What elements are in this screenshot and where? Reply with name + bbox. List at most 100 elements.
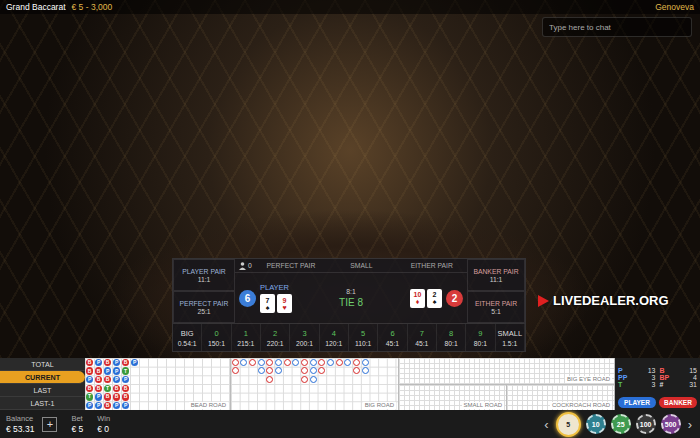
payout-strip: BIG0.54:10150:11215:12220:13200:14120:15… xyxy=(173,323,525,351)
payout-odds: 215:1 xyxy=(237,340,254,347)
big-road-mark xyxy=(327,359,334,366)
player-result[interactable]: 6PLAYER7♠9♥ xyxy=(235,283,325,313)
side-bet[interactable]: BANKER PAIR11:1 xyxy=(467,259,525,291)
payout-cell[interactable]: 980:1 xyxy=(466,324,495,351)
balance-group: Balance€ 53.31+ xyxy=(6,414,57,434)
chip[interactable]: 500 xyxy=(661,414,681,434)
big-road-mark xyxy=(362,367,369,374)
add-funds-button[interactable]: + xyxy=(42,417,57,432)
chip[interactable]: 25 xyxy=(611,414,631,434)
bet-value: € 5 xyxy=(71,424,83,434)
history-tab-label: LAST-1 xyxy=(31,399,55,408)
bead-letter: B xyxy=(124,394,128,399)
chip[interactable]: 10 xyxy=(586,414,606,434)
history-tab[interactable]: CURRENT xyxy=(0,371,85,384)
payout-cell[interactable]: 880:1 xyxy=(437,324,466,351)
side-bet[interactable]: PLAYER PAIR11:1 xyxy=(173,259,235,291)
stat-label: # xyxy=(660,381,664,388)
side-bet[interactable]: PERFECT PAIR25:1 xyxy=(173,291,235,323)
stat-item: BP4 xyxy=(660,374,698,381)
side-bet-header[interactable]: EITHER PAIR xyxy=(397,262,467,269)
prediction-button[interactable]: PLAYER xyxy=(618,397,656,408)
person-icon xyxy=(239,262,246,270)
tie-result[interactable]: 8:1TIE 8 xyxy=(325,288,377,308)
side-bet[interactable]: EITHER PAIR5:1 xyxy=(467,291,525,323)
playing-card: 7♠ xyxy=(260,294,275,313)
chip-value: 25 xyxy=(617,421,625,428)
payout-cell[interactable]: 0150:1 xyxy=(202,324,231,351)
payout-cell[interactable]: 5110:1 xyxy=(349,324,378,351)
chips-prev-button[interactable]: ‹ xyxy=(542,417,550,432)
chip-value: 100 xyxy=(640,421,652,428)
bead: P xyxy=(86,376,94,384)
win-label: Win xyxy=(97,414,110,423)
card-rank: 7 xyxy=(266,297,270,304)
side-bet-header[interactable]: PERFECT PAIR xyxy=(256,262,326,269)
stat-value: 3 xyxy=(652,381,656,388)
payout-cell[interactable]: BIG0.54:1 xyxy=(173,324,202,351)
side-bet-header[interactable]: SMALL xyxy=(326,262,396,269)
big-road-mark xyxy=(258,367,265,374)
bead: B xyxy=(95,376,103,384)
bead: P xyxy=(86,402,94,410)
stat-item: PP3 xyxy=(618,374,656,381)
payout-label: 5 xyxy=(361,329,365,338)
payout-label: 3 xyxy=(302,329,306,338)
bead-letter: T xyxy=(106,386,109,391)
payout-label: 6 xyxy=(390,329,394,338)
side-bet-label: PLAYER PAIR xyxy=(182,268,226,275)
statistics-bar: TOTALCURRENTLASTLAST-1BBPBTPPBBBPPBPBTBB… xyxy=(0,358,700,410)
payout-cell[interactable]: 2 220:1 xyxy=(261,324,290,351)
payout-odds: 220:1 xyxy=(267,340,284,347)
bead-letter: B xyxy=(97,386,101,391)
big-road-mark xyxy=(310,359,317,366)
chip[interactable]: 100 xyxy=(636,414,656,434)
payout-cell[interactable]: 745:1 xyxy=(408,324,437,351)
big-road-mark xyxy=(336,359,343,366)
bead-road: BBPBTPPBBBPPBPBTBBPPPBBPBTPBBPPBEAD ROAD xyxy=(85,358,231,410)
card-rank: 10 xyxy=(414,291,422,298)
bead-letter: P xyxy=(115,369,118,374)
history-tab[interactable]: LAST-1 xyxy=(0,397,85,410)
bead: B xyxy=(104,402,112,410)
payout-label: 2 xyxy=(273,329,277,338)
prediction-button[interactable]: BANKER xyxy=(659,397,697,408)
payout-cell[interactable]: 3 200:1 xyxy=(290,324,319,351)
dealer-name: Genoveva xyxy=(655,2,694,12)
bead: P xyxy=(113,402,121,410)
bead-letter: P xyxy=(97,394,100,399)
chip[interactable]: 5 xyxy=(556,412,581,437)
payout-cell[interactable]: 6 45:1 xyxy=(378,324,407,351)
big-road-mark xyxy=(310,376,317,383)
side-bet-label: EITHER PAIR xyxy=(475,300,517,307)
bet: Bet€ 5 xyxy=(71,414,83,434)
bead-letter: P xyxy=(124,377,127,382)
bead: P xyxy=(131,359,139,367)
payout-cell[interactable]: SMALL1.5:1 xyxy=(496,324,525,351)
bead-letter: T xyxy=(124,369,127,374)
road-label: COCKROACH ROAD xyxy=(550,402,612,409)
bead-letter: B xyxy=(106,377,110,382)
bead: P xyxy=(113,376,121,384)
chips-next-button[interactable]: › xyxy=(686,417,694,432)
payout-label: 8 xyxy=(449,329,453,338)
payout-odds: 80:1 xyxy=(474,340,487,347)
bead-letter: B xyxy=(106,394,110,399)
stat-item: B15 xyxy=(660,367,698,374)
big-road-mark xyxy=(301,359,308,366)
chat-input[interactable] xyxy=(542,17,692,37)
payout-cell[interactable]: 4120:1 xyxy=(320,324,349,351)
big-road-mark xyxy=(318,367,325,374)
bead-letter: B xyxy=(124,386,128,391)
history-tab[interactable]: TOTAL xyxy=(0,358,85,371)
history-tab[interactable]: LAST xyxy=(0,384,85,397)
banker-result[interactable]: 10♦2♠2 xyxy=(377,289,467,308)
big-eye-road: BIG EYE ROAD xyxy=(399,358,615,385)
stat-item: P13 xyxy=(618,367,656,374)
stats-grid: P13B15PP3BP4T3#31 xyxy=(618,360,697,395)
payout-cell[interactable]: 1215:1 xyxy=(232,324,261,351)
bead-letter: B xyxy=(88,369,92,374)
payout-odds: 200:1 xyxy=(296,340,313,347)
payout-odds: 45:1 xyxy=(386,340,399,347)
payout-odds: 120:1 xyxy=(325,340,342,347)
